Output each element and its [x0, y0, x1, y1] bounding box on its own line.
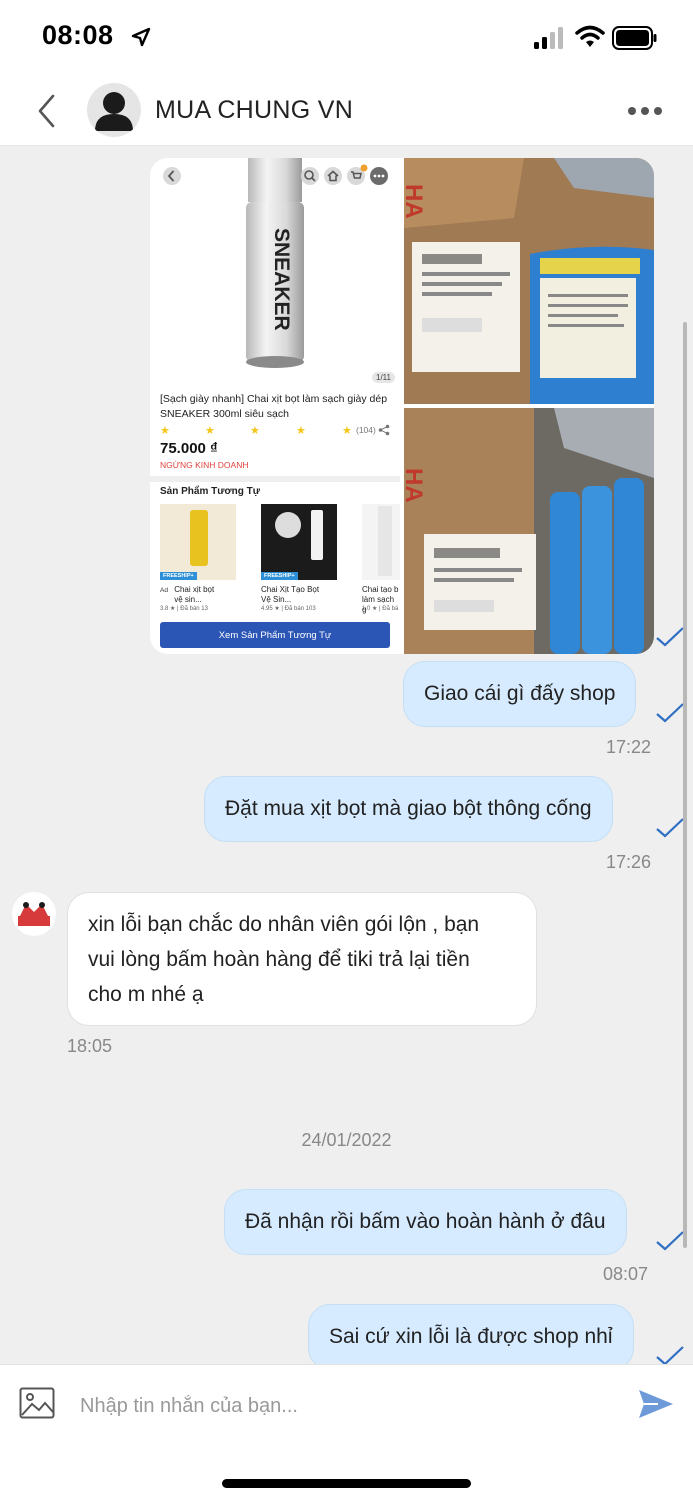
- freeship-badge: FREESHIP+: [160, 572, 197, 580]
- related-item: FREESHIP+: [261, 504, 337, 580]
- product-price: 75.000 ₫: [160, 440, 218, 457]
- outgoing-message[interactable]: Đã nhận rồi bấm vào hoàn hành ở đâu: [224, 1189, 627, 1255]
- ad-label: Ad: [160, 587, 168, 594]
- scrollbar[interactable]: [683, 322, 687, 1248]
- shop-avatar[interactable]: [87, 83, 141, 137]
- product-thumbnail: [275, 512, 301, 538]
- battery-icon: [612, 26, 657, 50]
- outgoing-message[interactable]: Giao cái gì đấy shop: [403, 661, 637, 727]
- freeship-badge: FREESHIP+: [261, 572, 298, 580]
- view-similar-button[interactable]: Xem Sản Phẩm Tương Tự: [160, 622, 390, 648]
- related-item-meta: 3.8 ★ | Đã bán 13: [160, 606, 208, 612]
- sent-check-icon: [656, 1231, 684, 1251]
- product-thumbnail: [190, 510, 208, 566]
- wifi-icon: [575, 25, 605, 47]
- product-thumbnail: [378, 506, 392, 576]
- outgoing-message[interactable]: Đặt mua xịt bọt mà giao bột thông cống: [204, 776, 613, 842]
- incoming-message[interactable]: xin lỗi bạn chắc do nhân viên gói lộn , …: [67, 892, 537, 1026]
- message-time: 17:26: [606, 852, 652, 872]
- product-title: [Sạch giày nhanh] Chai xịt bọt làm sạch …: [160, 393, 388, 420]
- page-indicator: 1/11: [372, 372, 395, 383]
- message-line: cho m nhé ạ: [88, 983, 204, 1006]
- sent-check-icon: [656, 818, 684, 838]
- home-indicator: [222, 1479, 471, 1488]
- package-photo-1[interactable]: HA: [404, 158, 654, 404]
- cellular-signal-icon: [534, 27, 563, 49]
- location-arrow-icon: [131, 27, 151, 47]
- back-chevron-icon[interactable]: [34, 92, 58, 130]
- chat-header: MUA CHUNG VN: [0, 76, 693, 146]
- product-thumbnail: [311, 510, 323, 560]
- more-options-icon[interactable]: [627, 106, 663, 116]
- share-icon: [378, 424, 390, 436]
- shop-logo-avatar[interactable]: [12, 892, 56, 936]
- product-status: NGỪNG KINH DOANH: [160, 460, 249, 470]
- date-separator: 24/01/2022: [301, 1130, 392, 1150]
- person-silhouette-icon: [95, 92, 133, 131]
- message-time: 08:07: [603, 1264, 649, 1284]
- outgoing-message[interactable]: Sai cứ xin lỗi là được shop nhỉ: [308, 1304, 634, 1364]
- related-item-meta: 1.0 ★ | Đã bá: [362, 606, 399, 612]
- sent-check-icon: [656, 1346, 684, 1364]
- chat-title: MUA CHUNG VN: [155, 96, 354, 124]
- more-icon: [370, 167, 388, 185]
- svg-text:★: ★: [205, 425, 215, 436]
- send-icon[interactable]: [638, 1389, 674, 1419]
- message-composer: [0, 1364, 693, 1500]
- rating-stars: ★ ★ ★ ★ ★: [160, 425, 352, 436]
- cart-icon: [347, 164, 368, 185]
- message-line: vui lòng bấm hoàn hàng để tiki trả lại t…: [88, 948, 470, 971]
- svg-text:HA: HA: [404, 468, 427, 503]
- related-item-title: Chai Xịt Tạo Bọt Vệ Sin...: [261, 585, 320, 604]
- svg-text:SNEAKER: SNEAKER: [270, 228, 293, 331]
- sent-check-icon: [656, 627, 684, 647]
- svg-text:★: ★: [160, 425, 170, 436]
- svg-text:HA: HA: [404, 184, 427, 219]
- product-back-icon: [163, 167, 181, 185]
- package-photo-2[interactable]: HA: [404, 408, 654, 654]
- related-item: [362, 504, 400, 580]
- message-time: 18:05: [67, 1036, 113, 1056]
- divider: [150, 476, 400, 482]
- message-line: xin lỗi bạn chắc do nhân viên gói lộn , …: [88, 913, 480, 936]
- search-icon: [301, 167, 319, 185]
- svg-text:★: ★: [296, 425, 306, 436]
- home-icon: [324, 167, 342, 185]
- message-list[interactable]: SNEAKER 1/11 [Sạch giày nhanh] Chai xịt …: [0, 146, 693, 1364]
- sneaker-spray-can-image: SNEAKER: [246, 158, 304, 368]
- related-item-meta: 4.95 ★ | Đã bán 103: [261, 606, 316, 612]
- status-bar: 08:08: [0, 0, 693, 76]
- image-attach-icon[interactable]: [19, 1387, 55, 1419]
- cardboard-box-image: HA: [404, 158, 654, 404]
- sent-check-icon: [656, 703, 684, 723]
- svg-text:★: ★: [250, 425, 260, 436]
- shop-logo-icon: [18, 902, 50, 926]
- related-heading: Sản Phẩm Tương Tự: [160, 486, 260, 497]
- related-item-name: Ad Chai xịt bọt vệ sin...: [160, 585, 250, 605]
- related-item: FREESHIP+: [160, 504, 236, 580]
- message-input[interactable]: [80, 1387, 610, 1425]
- message-time: 17:22: [606, 737, 652, 757]
- svg-text:★: ★: [342, 425, 352, 436]
- status-time: 08:08: [42, 20, 114, 50]
- rating-count: (104): [356, 425, 376, 435]
- image-message[interactable]: SNEAKER 1/11 [Sạch giày nhanh] Chai xịt …: [150, 158, 654, 654]
- related-item-title: Chai xịt bọt vệ sin...: [174, 585, 215, 604]
- product-screenshot-image[interactable]: SNEAKER 1/11 [Sạch giày nhanh] Chai xịt …: [150, 158, 400, 654]
- cardboard-box-image: HA: [404, 408, 654, 654]
